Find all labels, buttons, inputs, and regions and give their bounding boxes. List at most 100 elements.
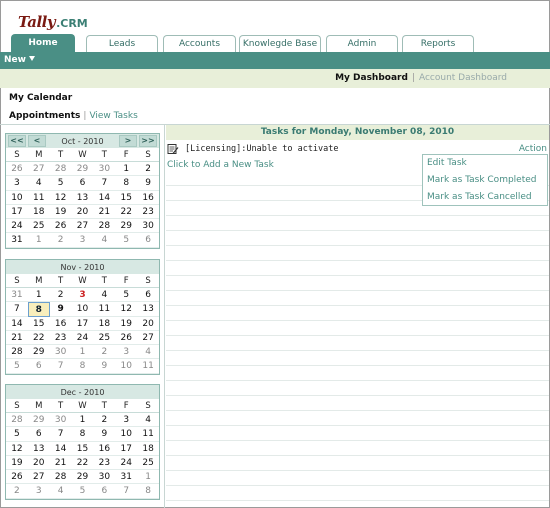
calendar-day[interactable]: 29: [27, 413, 50, 428]
task-title[interactable]: [Licensing]:Unable to activate: [185, 144, 339, 154]
calendar-day[interactable]: 14: [49, 442, 72, 456]
calendar-day[interactable]: 28: [6, 413, 28, 428]
calendar-day[interactable]: 4: [27, 176, 50, 191]
calendar-day[interactable]: 28: [49, 470, 72, 485]
calendar-day[interactable]: 2: [6, 484, 28, 499]
calendar-day[interactable]: 14: [6, 317, 28, 331]
calendar-day[interactable]: 2: [137, 162, 159, 177]
prev-month-button[interactable]: <: [28, 135, 46, 147]
tab-knowledge-base[interactable]: Knowlegde Base: [239, 35, 321, 52]
calendar-day[interactable]: 27: [27, 470, 50, 485]
calendar-day[interactable]: 1: [71, 413, 94, 428]
calendar-day[interactable]: 10: [115, 359, 138, 374]
calendar-day[interactable]: 12: [49, 191, 72, 205]
calendar-day[interactable]: 14: [93, 191, 116, 205]
calendar-day[interactable]: 28: [49, 162, 72, 177]
calendar-day[interactable]: 4: [93, 288, 116, 303]
next-month-button[interactable]: >: [119, 135, 137, 147]
calendar-day[interactable]: 6: [137, 288, 159, 303]
add-task-link[interactable]: Click to Add a New Task: [167, 160, 274, 170]
calendar-day[interactable]: 9: [93, 427, 116, 442]
calendar-day[interactable]: 29: [71, 162, 94, 177]
tab-admin[interactable]: Admin: [326, 35, 398, 52]
calendar-day[interactable]: 16: [137, 191, 159, 205]
calendar-day[interactable]: 27: [137, 331, 159, 346]
calendar-day[interactable]: 19: [115, 317, 138, 331]
calendar-day[interactable]: 4: [137, 345, 159, 360]
tab-leads[interactable]: Leads: [86, 35, 158, 52]
calendar-day[interactable]: 4: [137, 413, 159, 428]
calendar-day[interactable]: 15: [71, 442, 94, 456]
edit-task-menu-item[interactable]: Edit Task: [423, 155, 547, 172]
calendar-day[interactable]: 12: [6, 442, 28, 456]
calendar-day[interactable]: 17: [71, 317, 94, 331]
calendar-day[interactable]: 6: [71, 176, 94, 191]
calendar-day[interactable]: 7: [6, 302, 28, 317]
calendar-day[interactable]: 19: [49, 205, 72, 220]
next-year-button[interactable]: >>: [139, 135, 157, 147]
calendar-day[interactable]: 13: [71, 191, 94, 205]
calendar-day[interactable]: 4: [93, 233, 116, 248]
calendar-day[interactable]: 8: [137, 484, 159, 499]
calendar-day[interactable]: 29: [71, 470, 94, 485]
tab-home[interactable]: Home: [11, 34, 75, 52]
calendar-day[interactable]: 20: [27, 456, 50, 471]
calendar-day-selected[interactable]: 8: [27, 302, 50, 317]
tab-reports[interactable]: Reports: [402, 35, 474, 52]
calendar-day[interactable]: 22: [71, 456, 94, 471]
calendar-day[interactable]: 9: [93, 359, 116, 374]
calendar-day[interactable]: 29: [115, 219, 138, 234]
calendar-day[interactable]: 26: [6, 162, 28, 177]
calendar-day[interactable]: 11: [137, 427, 159, 442]
calendar-day[interactable]: 31: [6, 233, 28, 248]
calendar-day[interactable]: 2: [93, 345, 116, 360]
calendar-day[interactable]: 5: [6, 427, 28, 442]
calendar-day[interactable]: 2: [49, 233, 72, 248]
calendar-day[interactable]: 1: [115, 162, 138, 177]
prev-year-button[interactable]: <<: [8, 135, 26, 147]
calendar-day[interactable]: 24: [71, 331, 94, 346]
calendar-day[interactable]: 17: [115, 442, 138, 456]
calendar-day[interactable]: 29: [27, 345, 50, 360]
calendar-day[interactable]: 3: [115, 345, 138, 360]
calendar-day[interactable]: 20: [71, 205, 94, 220]
calendar-day[interactable]: 15: [115, 191, 138, 205]
calendar-day[interactable]: 1: [27, 233, 50, 248]
mark-cancelled-menu-item[interactable]: Mark as Task Cancelled: [423, 189, 547, 206]
calendar-day[interactable]: 5: [6, 359, 28, 374]
calendar-day[interactable]: 31: [115, 470, 138, 485]
calendar-day[interactable]: 30: [49, 413, 72, 428]
calendar-day[interactable]: 6: [93, 484, 116, 499]
calendar-day[interactable]: 30: [137, 219, 159, 234]
calendar-day[interactable]: 25: [27, 219, 50, 234]
subtab-view-tasks[interactable]: View Tasks: [89, 111, 137, 121]
calendar-day[interactable]: 6: [27, 359, 50, 374]
task-action-link[interactable]: Action: [519, 144, 547, 154]
calendar-day[interactable]: 21: [49, 456, 72, 471]
account-dashboard-link[interactable]: Account Dashboard: [419, 73, 507, 83]
subtab-appointments[interactable]: Appointments: [9, 111, 80, 121]
calendar-day[interactable]: 5: [49, 176, 72, 191]
calendar-day[interactable]: 22: [27, 331, 50, 346]
calendar-day[interactable]: 22: [115, 205, 138, 220]
calendar-day[interactable]: 15: [27, 317, 50, 331]
calendar-day[interactable]: 30: [93, 470, 116, 485]
calendar-day[interactable]: 6: [27, 427, 50, 442]
calendar-day[interactable]: 26: [115, 331, 138, 346]
calendar-day[interactable]: 27: [71, 219, 94, 234]
calendar-day[interactable]: 21: [6, 331, 28, 346]
calendar-day[interactable]: 5: [71, 484, 94, 499]
calendar-day[interactable]: 26: [6, 470, 28, 485]
mark-completed-menu-item[interactable]: Mark as Task Completed: [423, 172, 547, 189]
calendar-day[interactable]: 1: [137, 470, 159, 485]
calendar-day[interactable]: 19: [6, 456, 28, 471]
calendar-day[interactable]: 16: [49, 317, 72, 331]
calendar-day[interactable]: 23: [93, 456, 116, 471]
calendar-day[interactable]: 1: [27, 288, 50, 303]
calendar-day[interactable]: 8: [115, 176, 138, 191]
calendar-day[interactable]: 3: [71, 288, 94, 303]
calendar-day[interactable]: 16: [93, 442, 116, 456]
calendar-day[interactable]: 24: [115, 456, 138, 471]
calendar-day[interactable]: 11: [27, 191, 50, 205]
calendar-day[interactable]: 7: [49, 427, 72, 442]
